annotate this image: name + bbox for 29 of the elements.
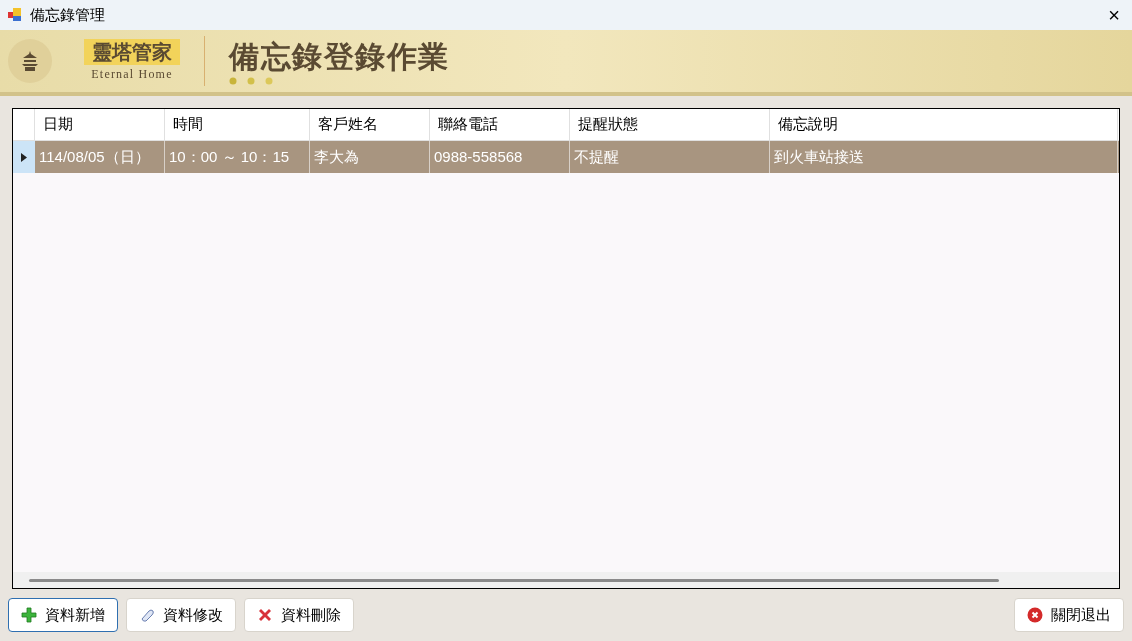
table-cell: 0988-558568 [430,141,570,173]
close-button[interactable]: × [1104,5,1124,25]
brand-subtitle: Eternal Home [91,66,173,83]
table-cell: 不提醒 [570,141,770,173]
column-header[interactable]: 聯絡電話 [430,109,570,140]
window-title: 備忘錄管理 [30,4,105,25]
table-cell: 到火車站接送 [770,141,1118,173]
column-header[interactable]: 客戶姓名 [310,109,430,140]
banner-title: 備忘錄登錄作業 [229,38,450,76]
eraser-icon [139,607,155,623]
cross-icon [257,607,273,623]
close-circle-icon [1027,607,1043,623]
table-cell: 李大為 [310,141,430,173]
app-icon [8,8,22,22]
action-button[interactable]: 資料修改 [126,598,236,632]
action-button[interactable]: 資料刪除 [244,598,354,632]
horizontal-scrollbar[interactable] [13,572,1119,588]
column-header[interactable]: 時間 [165,109,310,140]
column-header[interactable]: 日期 [35,109,165,140]
table-cell: 114/08/05（日） [35,141,165,173]
table-cell: 10：00 ～ 10：15 [165,141,310,173]
action-button[interactable]: 資料新增 [8,598,118,632]
plus-icon [21,607,37,623]
row-pointer-icon [21,152,27,162]
column-header[interactable]: 提醒狀態 [570,109,770,140]
brand-name: 靈塔管家 [84,39,180,65]
close-button[interactable]: 關閉退出 [1014,598,1124,632]
pagoda-logo-icon [8,39,52,83]
column-header[interactable]: 備忘說明 [770,109,1118,140]
